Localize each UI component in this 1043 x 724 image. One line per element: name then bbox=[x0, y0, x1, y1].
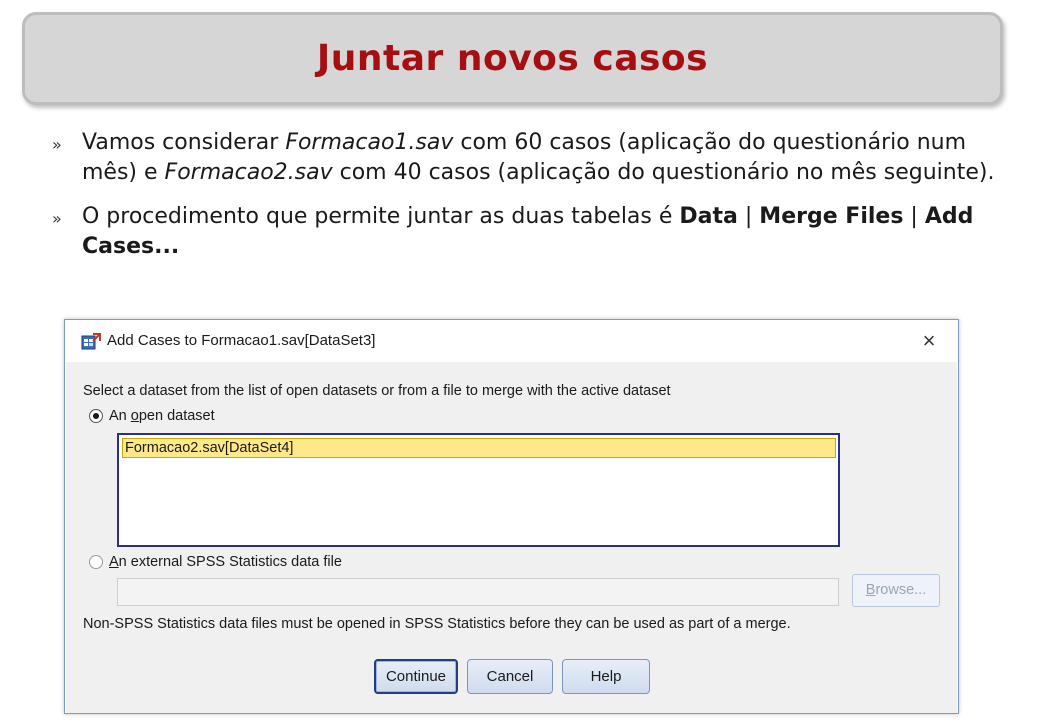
instruction-text: Select a dataset from the list of open d… bbox=[83, 383, 671, 399]
radio-open-dataset-label: An open dataset bbox=[109, 408, 215, 424]
radio-external-file-label: An external SPSS Statistics data file bbox=[109, 554, 342, 570]
add-cases-dialog: Add Cases to Formacao1.sav[DataSet3] × S… bbox=[64, 319, 959, 714]
cancel-button[interactable]: Cancel bbox=[467, 659, 553, 694]
bullet2-text: O procedimento que permite juntar as dua… bbox=[82, 204, 680, 229]
spss-app-icon bbox=[81, 333, 101, 350]
list-item[interactable]: Formacao2.sav[DataSet4] bbox=[122, 438, 836, 458]
menu-data: Data bbox=[679, 204, 738, 229]
bullet-marker: » bbox=[52, 135, 62, 154]
radio-external-file-button[interactable] bbox=[89, 555, 103, 569]
dialog-title: Add Cases to Formacao1.sav[DataSet3] bbox=[107, 332, 376, 349]
radio-external-file[interactable]: An external SPSS Statistics data file bbox=[89, 554, 342, 570]
radio-open-dataset-button[interactable] bbox=[89, 409, 103, 423]
file1-name: Formacao1.sav bbox=[285, 130, 454, 155]
close-icon[interactable]: × bbox=[914, 326, 944, 356]
continue-button[interactable]: Continue bbox=[374, 659, 458, 694]
slide-title: Juntar novos casos bbox=[316, 38, 709, 79]
note-text: Non-SPSS Statistics data files must be o… bbox=[83, 616, 791, 632]
browse-button[interactable]: Browse... bbox=[852, 574, 940, 607]
menu-separator: | bbox=[737, 204, 760, 229]
external-file-path-input[interactable] bbox=[117, 578, 839, 606]
file2-name: Formacao2.sav bbox=[164, 160, 333, 185]
bullet-item-2: » O procedimento que permite juntar as d… bbox=[0, 202, 1043, 262]
bullet-list: » Vamos considerar Formacao1.sav com 60 … bbox=[0, 128, 1043, 262]
slide: Juntar novos casos » Vamos considerar Fo… bbox=[0, 0, 1043, 724]
bullet-item-1: » Vamos considerar Formacao1.sav com 60 … bbox=[0, 128, 1043, 188]
dialog-titlebar: Add Cases to Formacao1.sav[DataSet3] × bbox=[65, 320, 958, 362]
open-datasets-list[interactable]: Formacao2.sav[DataSet4] bbox=[117, 433, 840, 547]
dialog-content: Select a dataset from the list of open d… bbox=[66, 362, 957, 713]
bullet1-text-c: com 40 casos (aplicação do questionário … bbox=[332, 160, 995, 185]
menu-separator: | bbox=[903, 204, 925, 229]
help-button[interactable]: Help bbox=[562, 659, 650, 694]
title-box: Juntar novos casos bbox=[22, 12, 1003, 105]
bullet1-text-a: Vamos considerar bbox=[82, 130, 286, 155]
bullet-marker: » bbox=[52, 209, 62, 228]
radio-open-dataset[interactable]: An open dataset bbox=[89, 408, 215, 424]
menu-merge-files: Merge Files bbox=[759, 204, 904, 229]
